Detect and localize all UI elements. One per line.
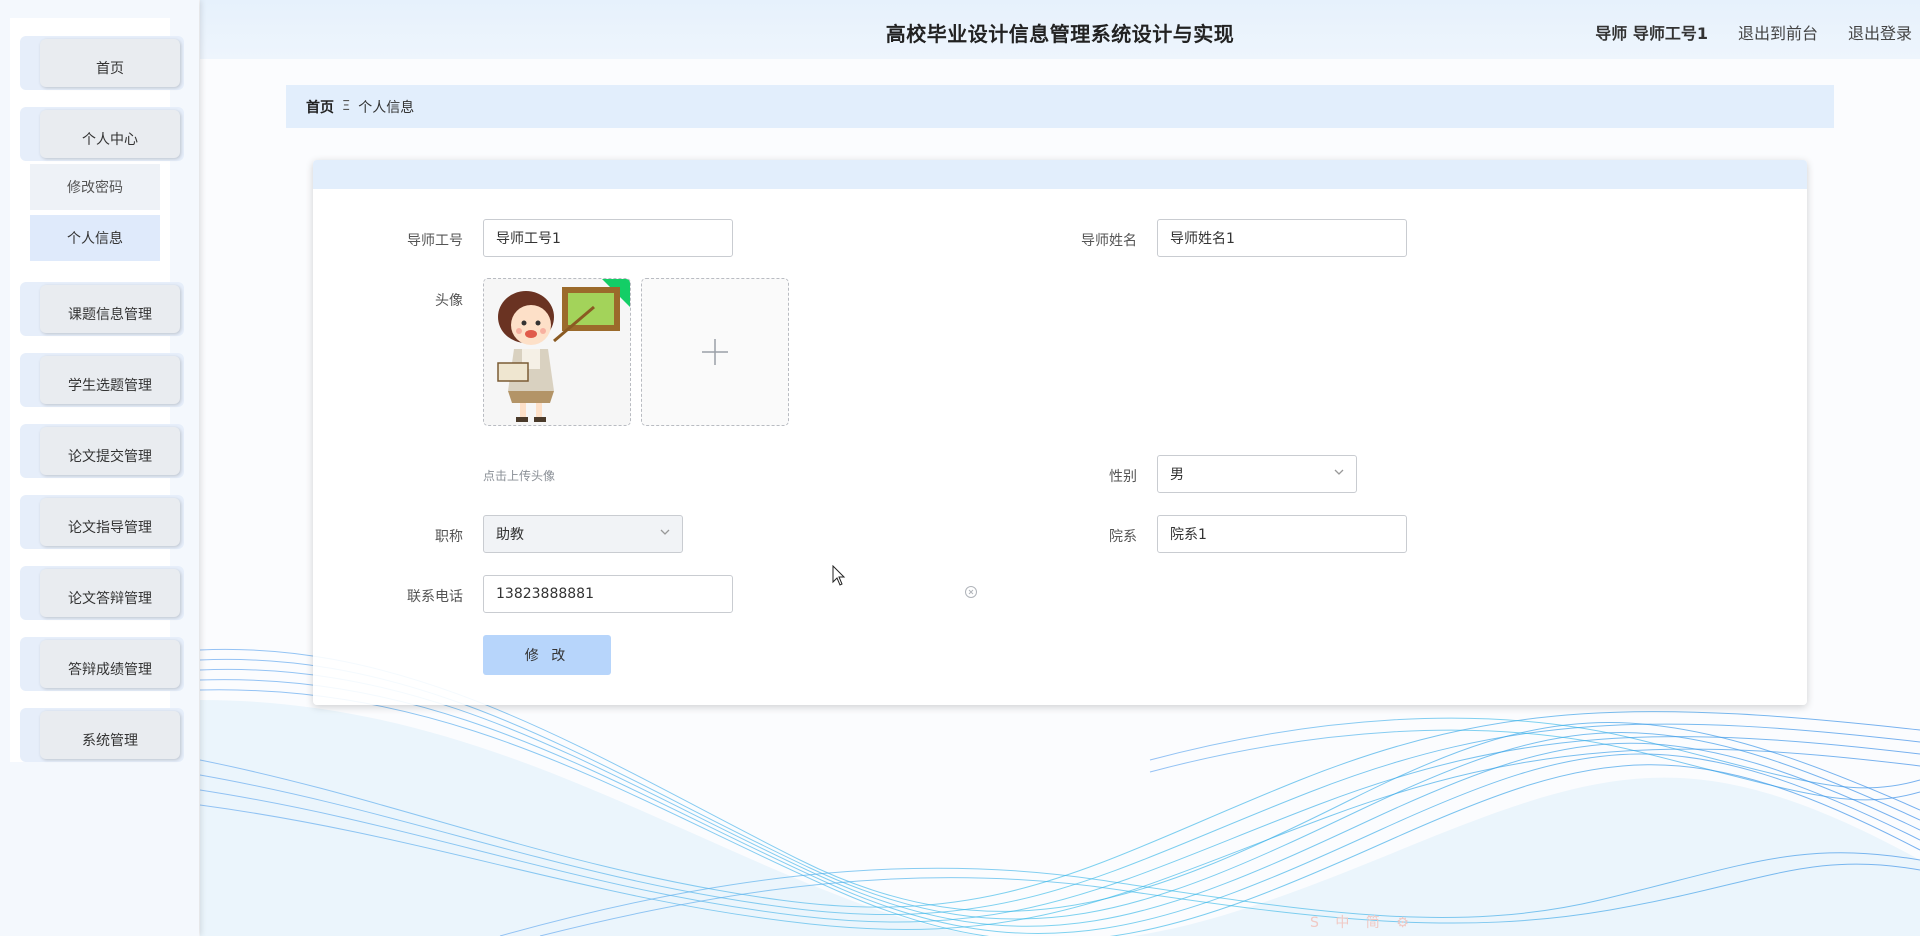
breadcrumb: 首页 Ξ 个人信息 [286, 85, 1834, 128]
sidebar-subitem-personal-info[interactable]: 个人信息 [30, 215, 160, 261]
breadcrumb-current: 个人信息 [358, 99, 415, 116]
sidebar-item-label: 系统管理 [40, 711, 180, 759]
job-title-select-value: 助教 [496, 527, 524, 543]
chevron-down-icon [1334, 469, 1344, 475]
teacher-name-input[interactable]: 导师姓名1 [1157, 219, 1407, 257]
sidebar-item-defense-score[interactable]: 答辩成绩管理 [20, 637, 184, 691]
modify-button[interactable]: 修 改 [483, 635, 611, 675]
card-header-band [313, 160, 1807, 189]
teacher-cartoon-icon [484, 279, 630, 425]
phone-label: 联系电话 [407, 589, 463, 605]
plus-icon [702, 339, 728, 365]
sidebar-item-student-topic-selection[interactable]: 学生选题管理 [20, 353, 184, 407]
breadcrumb-home[interactable]: 首页 [306, 97, 334, 117]
department-input[interactable]: 院系1 [1157, 515, 1407, 553]
sidebar: 首页 个人中心 修改密码 个人信息 课题信息管理 学生选题管理 论文提交管理 论… [0, 0, 199, 936]
job-title-select[interactable]: 助教 [483, 515, 683, 553]
sidebar-item-label: 课题信息管理 [40, 285, 180, 333]
personal-info-card: 导师工号 导师工号1 导师姓名 导师姓名1 头像 点击上传头像 性别 男 职称 … [313, 160, 1807, 705]
sidebar-item-topic-management[interactable]: 课题信息管理 [20, 282, 184, 336]
current-user: 导师 导师工号1 [1595, 24, 1708, 43]
teacher-id-input[interactable]: 导师工号1 [483, 219, 733, 257]
mouse-cursor-icon [832, 565, 846, 586]
back-to-front-link[interactable]: 退出到前台 [1738, 20, 1818, 44]
top-header: 高校毕业设计信息管理系统设计与实现 导师 导师工号1 退出到前台 退出登录 [200, 0, 1920, 59]
sidebar-item-label: 答辩成绩管理 [40, 640, 180, 688]
sidebar-item-label: 论文答辩管理 [40, 569, 180, 617]
sidebar-item-thesis-defense[interactable]: 论文答辩管理 [20, 566, 184, 620]
job-title-label: 职称 [435, 529, 463, 545]
sidebar-item-label: 个人中心 [40, 110, 180, 158]
sidebar-item-thesis-guidance[interactable]: 论文指导管理 [20, 495, 184, 549]
phone-input[interactable]: 13823888881 [483, 575, 733, 613]
logout-link[interactable]: 退出登录 [1848, 20, 1912, 44]
avatar-image[interactable] [483, 278, 631, 426]
sidebar-item-label: 论文提交管理 [40, 427, 180, 475]
teacher-id-label: 导师工号 [407, 233, 463, 249]
sidebar-subitem-change-password[interactable]: 修改密码 [30, 164, 160, 210]
sidebar-item-thesis-submission[interactable]: 论文提交管理 [20, 424, 184, 478]
sidebar-item-personal-center[interactable]: 个人中心 [20, 107, 184, 161]
ime-toolbar: S 中 简 ⚙ [1310, 912, 1415, 932]
teacher-name-label: 导师姓名 [1081, 233, 1137, 249]
chevron-down-icon [660, 529, 670, 535]
sidebar-item-label: 论文指导管理 [40, 498, 180, 546]
sidebar-item-system-management[interactable]: 系统管理 [20, 708, 184, 762]
avatar-upload-button[interactable] [641, 278, 789, 426]
sougou-icon: S [1310, 915, 1325, 931]
sidebar-item-home[interactable]: 首页 [20, 36, 184, 90]
avatar-upload-tip: 点击上传头像 [483, 469, 556, 483]
gender-select-value: 男 [1170, 467, 1184, 483]
clear-circle-icon[interactable] [964, 585, 978, 599]
gender-select[interactable]: 男 [1157, 455, 1357, 493]
avatar-label: 头像 [435, 293, 463, 309]
sidebar-item-label: 首页 [40, 39, 180, 87]
gear-icon: ⚙ [1396, 915, 1415, 931]
gender-label: 性别 [1109, 469, 1137, 485]
department-label: 院系 [1109, 529, 1137, 545]
ime-toolbar-text: 中 简 [1335, 915, 1386, 931]
sidebar-item-label: 学生选题管理 [40, 356, 180, 404]
breadcrumb-separator-icon: Ξ [342, 99, 351, 114]
